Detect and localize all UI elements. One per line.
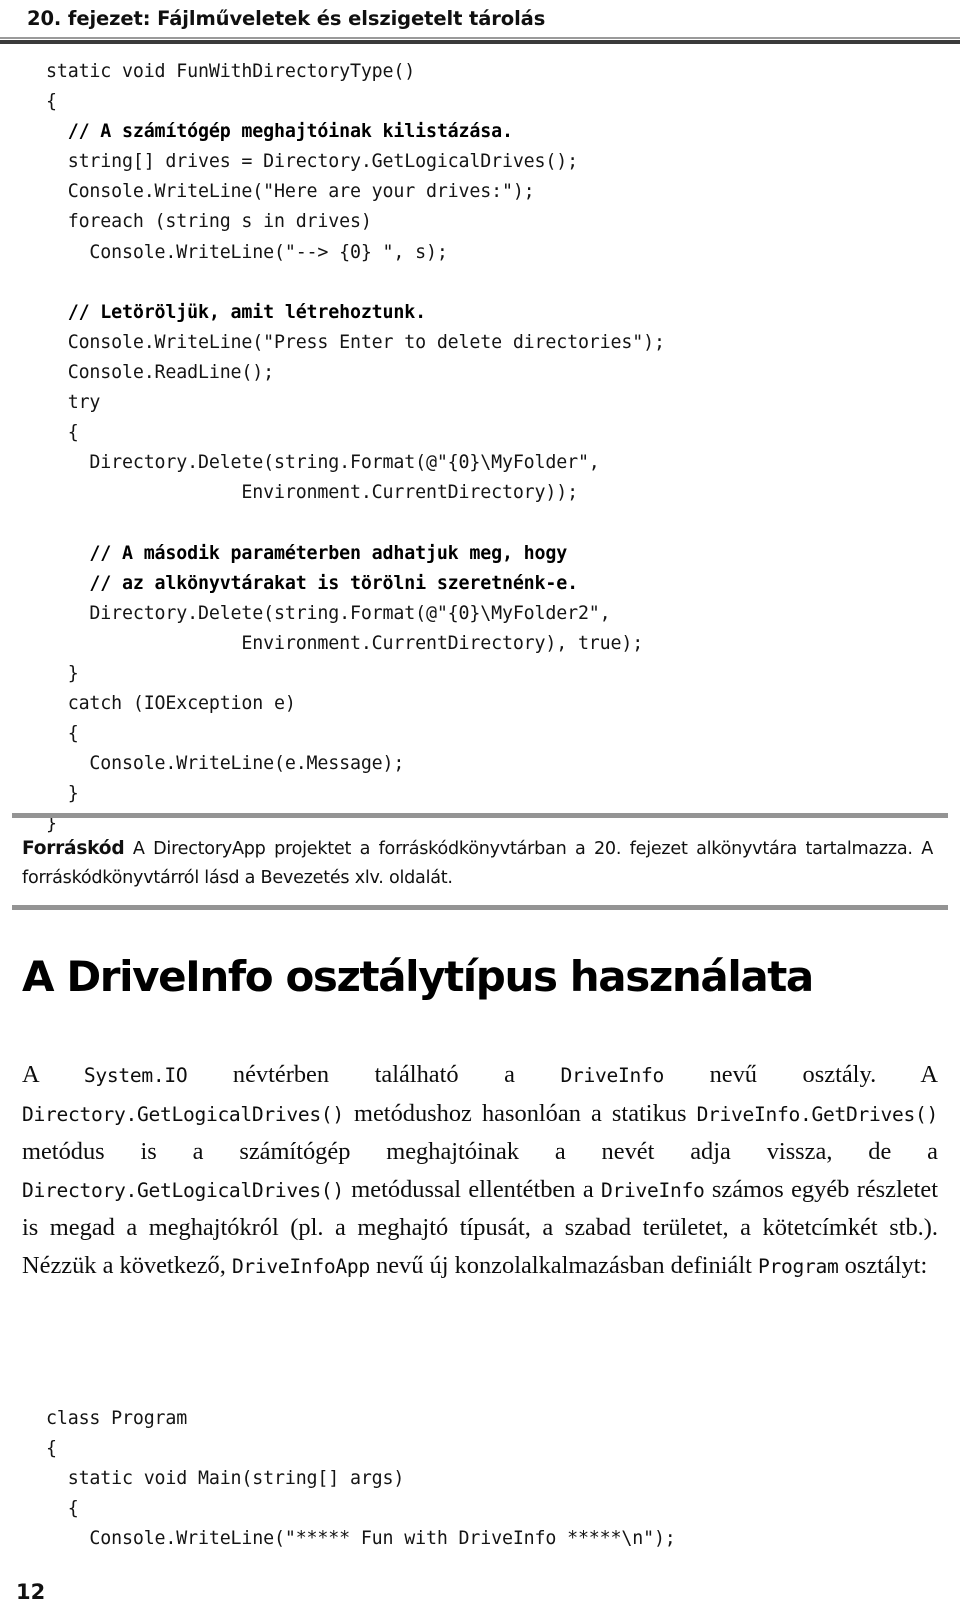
code-line: foreach (string s in drives) bbox=[46, 211, 372, 233]
section-heading: A DriveInfo osztálytípus használata bbox=[22, 952, 814, 1001]
inline-code: DriveInfoApp bbox=[231, 1254, 370, 1278]
code-line: Console.ReadLine(); bbox=[46, 361, 274, 383]
code-line: // az alkönyvtárakat is törölni szeretné… bbox=[46, 569, 665, 599]
code-comment: // A második paraméterben adhatjuk meg, … bbox=[46, 542, 568, 564]
paragraph-text: metódus is a számítógép meghajtóinak a n… bbox=[22, 1138, 938, 1166]
code-line: Environment.CurrentDirectory)); bbox=[46, 482, 578, 504]
note-description: A DirectoryApp projektet a forráskódköny… bbox=[22, 839, 933, 888]
paragraph-text: nevű új konzolalkalmazásban definiált bbox=[369, 1251, 758, 1279]
code-listing-2: class Program { static void Main(string[]… bbox=[46, 1404, 676, 1554]
code-line: { bbox=[46, 1438, 57, 1460]
code-comment: // Letöröljük, amit létrehoztunk. bbox=[46, 301, 426, 323]
code-line: string[] drives = Directory.GetLogicalDr… bbox=[46, 151, 578, 173]
paragraph-text: névtérben található a bbox=[187, 1061, 561, 1088]
note-label: Forráskód bbox=[22, 838, 125, 859]
source-code-note: Forráskód A DirectoryApp projektet a for… bbox=[0, 813, 960, 910]
code-line: { bbox=[46, 723, 79, 745]
code-line: Console.WriteLine("***** Fun with DriveI… bbox=[46, 1528, 676, 1550]
code-line: Console.WriteLine(e.Message); bbox=[46, 753, 405, 775]
note-bottom-rule bbox=[12, 905, 948, 910]
inline-code: Directory.GetLogicalDrives() bbox=[22, 1102, 344, 1126]
code-line: { bbox=[46, 1498, 79, 1520]
code-line: { bbox=[46, 422, 79, 444]
inline-code: DriveInfo.GetDrives() bbox=[696, 1102, 939, 1126]
code-line: Environment.CurrentDirectory), true); bbox=[46, 632, 644, 654]
paragraph-text: metódussal ellentétben a bbox=[343, 1175, 602, 1203]
body-paragraph: A System.IO névtérben található a DriveI… bbox=[22, 1056, 938, 1286]
code-line: class Program bbox=[46, 1408, 188, 1429]
code-line: static void Main(string[] args) bbox=[46, 1468, 405, 1490]
code-line: } bbox=[46, 662, 79, 684]
paragraph-text: A bbox=[22, 1061, 84, 1088]
code-comment: // A számítógép meghajtóinak kilistázása… bbox=[46, 121, 513, 143]
code-line: try bbox=[46, 392, 101, 414]
code-line: // A második paraméterben adhatjuk meg, … bbox=[46, 539, 665, 569]
code-line: catch (IOException e) bbox=[46, 692, 296, 714]
code-line: { bbox=[46, 91, 57, 113]
running-header: 20. fejezet: Fájlműveletek és elszigetel… bbox=[0, 0, 960, 44]
code-line: // Letöröljük, amit létrehoztunk. bbox=[46, 298, 665, 328]
code-line: static void FunWithDirectoryType() bbox=[46, 61, 416, 82]
code-line: Directory.Delete(string.Format(@"{0}\MyF… bbox=[46, 452, 600, 474]
chapter-title: 20. fejezet: Fájlműveletek és elszigetel… bbox=[27, 7, 546, 30]
code-line: Console.WriteLine("Here are your drives:… bbox=[46, 181, 535, 203]
code-line: // A számítógép meghajtóinak kilistázása… bbox=[46, 117, 665, 147]
paragraph-text: metódushoz hasonlóan a statikus bbox=[343, 1099, 697, 1127]
header-rule bbox=[0, 40, 960, 44]
code-line: Directory.Delete(string.Format(@"{0}\MyF… bbox=[46, 602, 611, 624]
inline-code: DriveInfo bbox=[560, 1064, 665, 1087]
header-rule-light bbox=[0, 37, 960, 39]
inline-code: Program bbox=[758, 1254, 839, 1278]
code-comment: // az alkönyvtárakat is törölni szeretné… bbox=[46, 572, 578, 594]
paragraph-text: osztályt: bbox=[838, 1251, 928, 1279]
inline-code: DriveInfo bbox=[601, 1178, 705, 1202]
code-listing-1: static void FunWithDirectoryType() { // A… bbox=[46, 57, 665, 839]
page-number: 12 bbox=[16, 1580, 46, 1604]
paragraph-text: nevű osztály. A bbox=[664, 1061, 938, 1088]
inline-code: Directory.GetLogicalDrives() bbox=[22, 1178, 344, 1202]
note-text: Forráskód A DirectoryApp projektet a for… bbox=[0, 818, 960, 893]
code-line: } bbox=[46, 783, 79, 805]
code-line: Console.WriteLine("Press Enter to delete… bbox=[46, 331, 665, 353]
inline-code: System.IO bbox=[83, 1064, 188, 1087]
code-line: Console.WriteLine("--> {0} ", s); bbox=[46, 241, 448, 263]
